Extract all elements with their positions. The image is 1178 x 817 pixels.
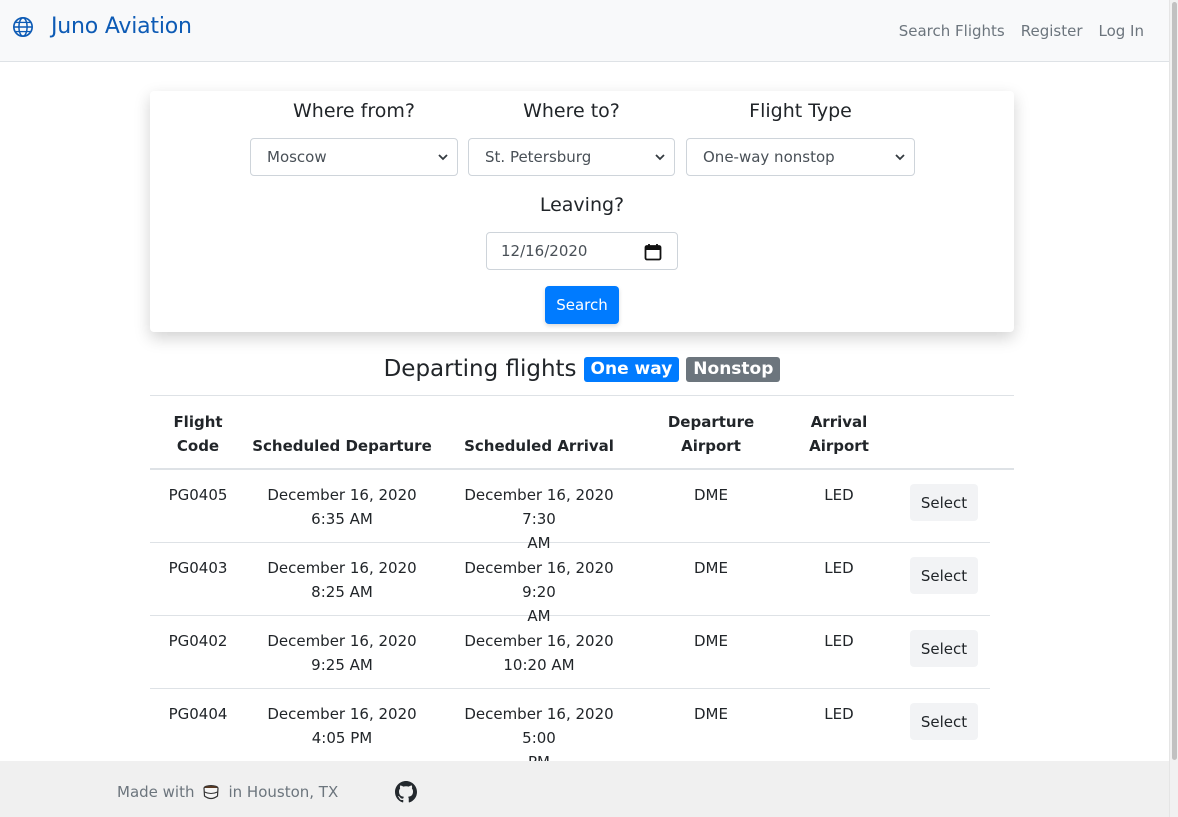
arrival-airport-cell: LED [824, 559, 854, 577]
nav-link-log-in[interactable]: Log In [1099, 22, 1145, 40]
select-flight-button[interactable]: Select [910, 630, 978, 667]
departure-cell: December 16, 2020 4:05 PM [267, 705, 417, 747]
footer: Made with in Houston, TX [0, 761, 1169, 817]
select-flight-button[interactable]: Select [910, 557, 978, 594]
departure-airport-cell: DME [694, 632, 728, 650]
arrival-cell: December 16, 2020 10:20 AM [464, 632, 614, 674]
flight-code-cell: PG0405 [168, 486, 228, 504]
column-header-departure-airport: Departure Airport [667, 413, 755, 455]
flight-code-cell: PG0404 [168, 705, 228, 723]
table-row: PG0402 December 16, 2020 9:25 AM Decembe… [150, 616, 990, 689]
to-select[interactable]: St. Petersburg [468, 138, 675, 176]
results-title: Departing flights [383, 356, 577, 382]
flight-type-select-value: One-way nonstop [703, 148, 835, 166]
column-header-scheduled-departure: Scheduled Departure [252, 437, 432, 455]
table-row: PG0403 December 16, 2020 8:25 AM Decembe… [150, 543, 990, 625]
to-select-value: St. Petersburg [485, 148, 592, 166]
arrival-airport-cell: LED [824, 486, 854, 504]
to-label: Where to? [523, 100, 620, 122]
departure-airport-cell: DME [694, 486, 728, 504]
departure-cell: December 16, 2020 8:25 AM [267, 559, 417, 601]
table-row: PG0405 December 16, 2020 6:35 AM Decembe… [150, 470, 990, 552]
brand[interactable]: Juno Aviation [12, 14, 192, 39]
from-select[interactable]: Moscow [250, 138, 458, 176]
leaving-label: Leaving? [539, 194, 625, 216]
flight-type-label: Flight Type [749, 100, 852, 122]
from-select-value: Moscow [267, 148, 327, 166]
flight-type-select[interactable]: One-way nonstop [686, 138, 915, 176]
select-flight-button[interactable]: Select [910, 484, 978, 521]
arrival-airport-cell: LED [824, 632, 854, 650]
leaving-date-value: 12/16/2020 [501, 242, 588, 260]
table-header: Flight Code Scheduled Departure Schedule… [150, 396, 1014, 470]
nav-link-search-flights[interactable]: Search Flights [899, 22, 1005, 40]
chevron-down-icon [438, 154, 448, 161]
coffee-icon [203, 785, 220, 800]
globe-icon [13, 16, 33, 37]
flight-code-cell: PG0403 [168, 559, 228, 577]
flights-table: Flight Code Scheduled Departure Schedule… [150, 395, 1014, 771]
chevron-down-icon [895, 154, 905, 161]
nav-link-register[interactable]: Register [1021, 22, 1083, 40]
select-flight-button[interactable]: Select [910, 703, 978, 740]
calendar-icon[interactable] [644, 243, 662, 261]
departure-airport-cell: DME [694, 705, 728, 723]
column-header-scheduled-arrival: Scheduled Arrival [464, 437, 614, 455]
vertical-scrollbar[interactable] [1169, 0, 1178, 817]
from-label: Where from? [293, 100, 415, 122]
departure-cell: December 16, 2020 6:35 AM [267, 486, 417, 528]
nonstop-badge: Nonstop [686, 356, 781, 382]
column-header-flight-code: Flight Code [173, 413, 223, 455]
footer-location: in Houston, TX [228, 783, 339, 801]
results-heading: Departing flights One way Nonstop [150, 356, 1014, 382]
arrival-airport-cell: LED [824, 705, 854, 723]
footer-credit: Made with in Houston, TX [117, 782, 338, 802]
departure-cell: December 16, 2020 9:25 AM [267, 632, 417, 674]
flight-code-cell: PG0402 [168, 632, 228, 650]
search-button[interactable]: Search [545, 286, 619, 324]
scrollbar-thumb[interactable] [1172, 2, 1177, 760]
nav-links: Search Flights Register Log In [899, 22, 1144, 40]
chevron-down-icon [655, 154, 665, 161]
departure-airport-cell: DME [694, 559, 728, 577]
footer-made-with: Made with [117, 783, 195, 801]
flight-search-form: Where from? Where to? Flight Type Moscow… [150, 91, 1014, 332]
table-row: PG0404 December 16, 2020 4:05 PM Decembe… [150, 689, 990, 771]
column-header-arrival-airport: Arrival Airport [809, 413, 869, 455]
navbar: Juno Aviation Search Flights Register Lo… [0, 0, 1169, 62]
github-icon[interactable] [395, 781, 417, 803]
one-way-badge: One way [583, 356, 680, 382]
brand-name: Juno Aviation [51, 14, 192, 39]
leaving-date-input[interactable]: 12/16/2020 [486, 232, 678, 270]
